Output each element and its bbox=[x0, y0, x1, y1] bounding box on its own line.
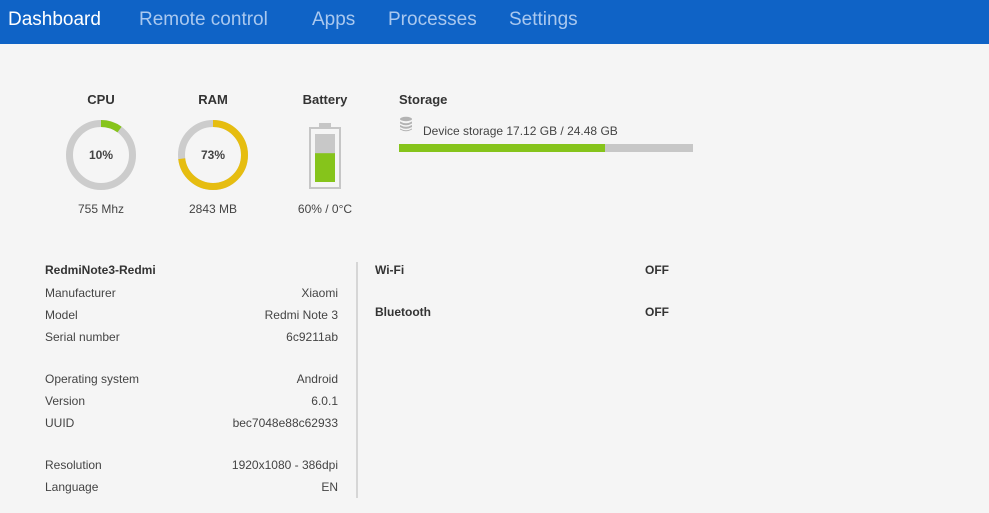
info-value-uuid: bec7048e88c62933 bbox=[232, 416, 338, 430]
ram-title: RAM bbox=[198, 92, 228, 107]
column-divider bbox=[356, 262, 358, 498]
ram-gauge: 73% bbox=[176, 118, 250, 192]
wifi-status: OFF bbox=[645, 263, 669, 277]
storage-title: Storage bbox=[399, 92, 448, 107]
bluetooth-status: OFF bbox=[645, 305, 669, 319]
info-value-serial: 6c9211ab bbox=[286, 330, 338, 344]
info-label-resolution: Resolution bbox=[45, 458, 102, 472]
storage-progress-fill bbox=[399, 144, 605, 152]
bluetooth-label: Bluetooth bbox=[375, 305, 431, 319]
device-name: RedmiNote3-Redmi bbox=[45, 263, 156, 277]
info-label-language: Language bbox=[45, 480, 99, 494]
info-label-serial: Serial number bbox=[45, 330, 120, 344]
info-label-uuid: UUID bbox=[45, 416, 75, 430]
info-value-version: 6.0.1 bbox=[311, 394, 338, 408]
info-label-version: Version bbox=[45, 394, 86, 408]
database-icon bbox=[399, 116, 413, 132]
cpu-frequency: 755 Mhz bbox=[77, 202, 125, 216]
battery-status: 60% / 0°C bbox=[297, 202, 353, 216]
info-value-os: Android bbox=[296, 372, 338, 386]
cpu-gauge: 10% bbox=[64, 118, 138, 192]
tab-remote-control[interactable]: Remote control bbox=[139, 8, 268, 32]
wifi-label: Wi-Fi bbox=[375, 263, 405, 277]
top-nav-bar: Dashboard Remote control Apps Processes … bbox=[0, 0, 989, 44]
info-label-os: Operating system bbox=[45, 372, 140, 386]
tab-settings[interactable]: Settings bbox=[509, 8, 578, 32]
tab-dashboard[interactable]: Dashboard bbox=[8, 8, 101, 32]
battery-title: Battery bbox=[302, 92, 348, 107]
info-value-language: EN bbox=[321, 480, 338, 494]
storage-progress-bar bbox=[399, 144, 693, 152]
cpu-title: CPU bbox=[87, 92, 115, 107]
battery-level-fill bbox=[315, 153, 335, 182]
tab-apps[interactable]: Apps bbox=[312, 8, 355, 32]
info-label-model: Model bbox=[45, 308, 78, 322]
ram-usage: 2843 MB bbox=[188, 202, 238, 216]
battery-icon bbox=[309, 123, 341, 189]
info-value-resolution: 1920x1080 - 386dpi bbox=[231, 458, 338, 472]
tab-processes[interactable]: Processes bbox=[388, 8, 477, 32]
info-value-manufacturer: Xiaomi bbox=[301, 286, 338, 300]
cpu-percent: 10% bbox=[88, 148, 114, 162]
info-value-model: Redmi Note 3 bbox=[264, 308, 338, 322]
info-label-manufacturer: Manufacturer bbox=[45, 286, 116, 300]
ram-percent: 73% bbox=[200, 148, 226, 162]
storage-usage-label: Device storage 17.12 GB / 24.48 GB bbox=[423, 124, 618, 138]
